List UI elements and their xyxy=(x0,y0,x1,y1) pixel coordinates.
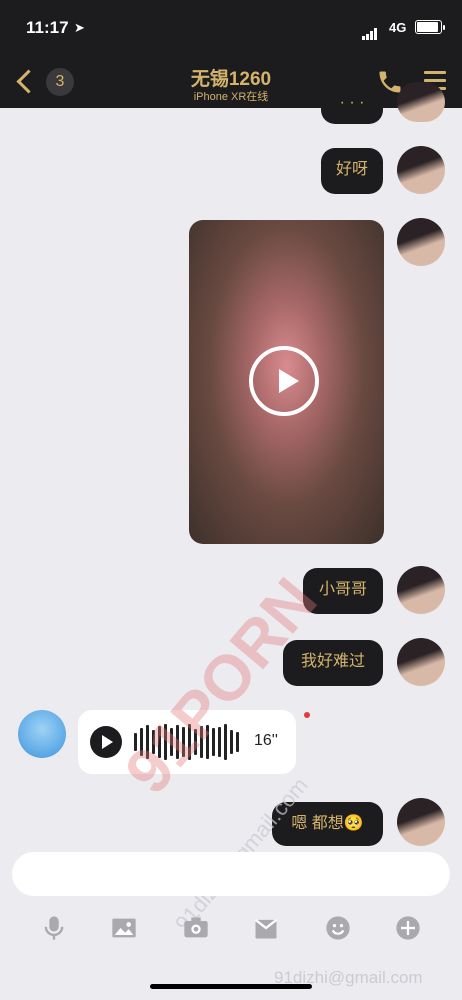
status-bar: 11:17 ➤ 4G xyxy=(0,0,462,56)
avatar[interactable] xyxy=(397,798,445,846)
message-bubble[interactable]: · · · xyxy=(321,90,383,124)
message-input[interactable] xyxy=(12,852,450,896)
avatar[interactable] xyxy=(397,638,445,686)
unread-dot xyxy=(304,712,310,718)
battery-icon xyxy=(415,20,445,34)
chat-header: 3 无锡1260 iPhone XR在线 xyxy=(0,56,462,108)
avatar[interactable] xyxy=(18,710,66,758)
plus-icon[interactable] xyxy=(394,914,422,942)
voice-duration: 16'' xyxy=(254,732,278,749)
camera-icon[interactable] xyxy=(182,914,210,942)
play-icon[interactable] xyxy=(249,346,319,416)
home-indicator[interactable] xyxy=(150,984,312,989)
gift-box-icon[interactable] xyxy=(252,914,280,942)
avatar[interactable] xyxy=(397,566,445,614)
location-icon: ➤ xyxy=(74,20,85,35)
message-bubble[interactable]: 好呀 xyxy=(321,148,383,194)
video-message[interactable] xyxy=(189,220,384,544)
avatar[interactable] xyxy=(397,146,445,194)
microphone-icon[interactable] xyxy=(40,914,68,942)
image-icon[interactable] xyxy=(110,914,138,942)
network-type: 4G xyxy=(389,20,407,35)
status-time: 11:17 xyxy=(26,18,69,37)
input-toolbar xyxy=(0,906,462,946)
signal-icon xyxy=(362,22,378,40)
emoji-icon[interactable] xyxy=(324,914,352,942)
avatar[interactable] xyxy=(397,82,445,122)
avatar[interactable] xyxy=(397,218,445,266)
